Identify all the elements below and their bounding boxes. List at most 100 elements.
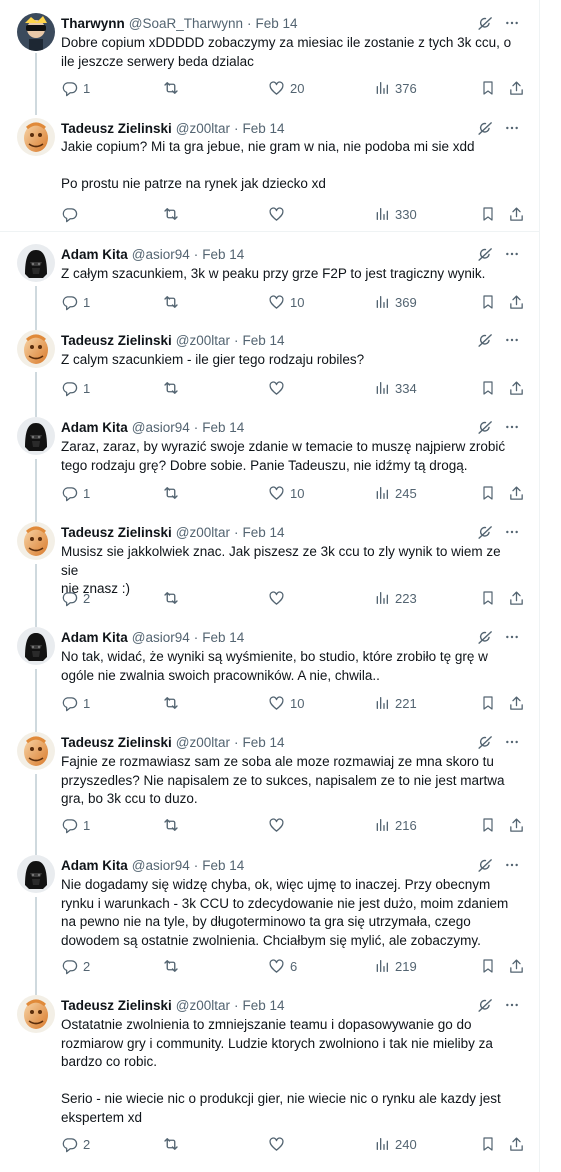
more-icon[interactable]: [504, 629, 520, 645]
bookmark-button[interactable]: [480, 588, 496, 608]
bookmark-button[interactable]: [480, 956, 496, 976]
retweet-button[interactable]: [162, 1134, 185, 1154]
author-name[interactable]: Adam Kita: [61, 630, 128, 645]
author-handle[interactable]: @z00ltar: [176, 735, 230, 750]
tweet-date[interactable]: Feb 14: [256, 16, 298, 31]
author-name[interactable]: Tadeusz Zielinski: [61, 735, 172, 750]
avatar-tharwynn[interactable]: [17, 13, 55, 51]
share-button[interactable]: [508, 292, 525, 312]
tweet[interactable]: Tadeusz Zielinski @z00ltar · Feb 14 Jaki…: [0, 103, 540, 231]
share-button[interactable]: [508, 815, 525, 835]
like-button[interactable]: 10: [268, 483, 304, 503]
grok-icon[interactable]: [477, 857, 494, 874]
grok-icon[interactable]: [477, 332, 494, 349]
author-name[interactable]: Adam Kita: [61, 858, 128, 873]
more-icon[interactable]: [504, 15, 520, 31]
reply-button[interactable]: 1: [61, 292, 90, 312]
more-icon[interactable]: [504, 734, 520, 750]
more-icon[interactable]: [504, 419, 520, 435]
tweet[interactable]: Tadeusz Zielinski @z00ltar · Feb 14 Musi…: [0, 510, 540, 615]
tweet[interactable]: Adam Kita @asior94 · Feb 14 Z całym szac…: [0, 231, 540, 319]
retweet-button[interactable]: [162, 693, 185, 713]
like-button[interactable]: [268, 815, 290, 835]
more-icon[interactable]: [504, 524, 520, 540]
tweet[interactable]: Tadeusz Zielinski @z00ltar · Feb 14 Z ca…: [0, 318, 540, 405]
views-button[interactable]: 334: [374, 378, 417, 398]
avatar-tadeusz-zielinski[interactable]: [17, 995, 55, 1033]
more-icon[interactable]: [504, 246, 520, 262]
reply-button[interactable]: 2: [61, 588, 90, 608]
retweet-button[interactable]: [162, 78, 185, 98]
bookmark-button[interactable]: [480, 815, 496, 835]
share-button[interactable]: [508, 378, 525, 398]
like-button[interactable]: [268, 1134, 290, 1154]
tweet-date[interactable]: Feb 14: [243, 121, 285, 136]
reply-button[interactable]: 2: [61, 1134, 90, 1154]
author-handle[interactable]: @asior94: [132, 247, 190, 262]
views-button[interactable]: 223: [374, 588, 417, 608]
retweet-button[interactable]: [162, 292, 185, 312]
share-button[interactable]: [508, 588, 525, 608]
author-handle[interactable]: @asior94: [132, 858, 190, 873]
more-icon[interactable]: [504, 857, 520, 873]
grok-icon[interactable]: [477, 734, 494, 751]
reply-button[interactable]: 1: [61, 483, 90, 503]
retweet-button[interactable]: [162, 204, 185, 224]
bookmark-button[interactable]: [480, 78, 496, 98]
more-icon[interactable]: [504, 120, 520, 136]
views-button[interactable]: 376: [374, 78, 417, 98]
share-button[interactable]: [508, 1134, 525, 1154]
like-button[interactable]: [268, 204, 290, 224]
avatar-tadeusz-zielinski[interactable]: [17, 118, 55, 156]
share-button[interactable]: [508, 693, 525, 713]
share-button[interactable]: [508, 956, 525, 976]
retweet-button[interactable]: [162, 483, 185, 503]
author-name[interactable]: Tadeusz Zielinski: [61, 121, 172, 136]
author-handle[interactable]: @z00ltar: [176, 333, 230, 348]
tweet-date[interactable]: Feb 14: [202, 420, 244, 435]
author-name[interactable]: Tadeusz Zielinski: [61, 333, 172, 348]
grok-icon[interactable]: [477, 629, 494, 646]
avatar-tadeusz-zielinski[interactable]: [17, 732, 55, 770]
tweet-date[interactable]: Feb 14: [202, 630, 244, 645]
like-button[interactable]: 10: [268, 693, 304, 713]
views-button[interactable]: 216: [374, 815, 417, 835]
grok-icon[interactable]: [477, 246, 494, 263]
author-handle[interactable]: @z00ltar: [176, 121, 230, 136]
tweet[interactable]: Tadeusz Zielinski @z00ltar · Feb 14 Osta…: [0, 983, 540, 1153]
grok-icon[interactable]: [477, 120, 494, 137]
tweet-date[interactable]: Feb 14: [243, 998, 285, 1013]
views-button[interactable]: 240: [374, 1134, 417, 1154]
more-icon[interactable]: [504, 332, 520, 348]
reply-button[interactable]: [61, 204, 83, 224]
tweet[interactable]: Adam Kita @asior94 · Feb 14 Nie dogadamy…: [0, 843, 540, 983]
like-button[interactable]: [268, 378, 290, 398]
reply-button[interactable]: 1: [61, 693, 90, 713]
tweet[interactable]: Tharwynn @SoaR_Tharwynn · Feb 14 Dobre c…: [0, 0, 540, 103]
reply-button[interactable]: 1: [61, 78, 90, 98]
bookmark-button[interactable]: [480, 483, 496, 503]
bookmark-button[interactable]: [480, 693, 496, 713]
retweet-button[interactable]: [162, 588, 185, 608]
grok-icon[interactable]: [477, 419, 494, 436]
retweet-button[interactable]: [162, 815, 185, 835]
author-name[interactable]: Tadeusz Zielinski: [61, 525, 172, 540]
author-handle[interactable]: @z00ltar: [176, 525, 230, 540]
author-name[interactable]: Adam Kita: [61, 247, 128, 262]
avatar-tadeusz-zielinski[interactable]: [17, 522, 55, 560]
author-handle[interactable]: @SoaR_Tharwynn: [129, 16, 243, 31]
share-button[interactable]: [508, 78, 525, 98]
tweet-date[interactable]: Feb 14: [243, 333, 285, 348]
tweet[interactable]: Tadeusz Zielinski @z00ltar · Feb 14 Fajn…: [0, 720, 540, 843]
avatar-adam-kita[interactable]: [17, 417, 55, 455]
avatar-tadeusz-zielinski[interactable]: [17, 330, 55, 368]
reply-button[interactable]: 1: [61, 378, 90, 398]
share-button[interactable]: [508, 483, 525, 503]
bookmark-button[interactable]: [480, 292, 496, 312]
reply-button[interactable]: 1: [61, 815, 90, 835]
tweet[interactable]: Adam Kita @asior94 · Feb 14 Zaraz, zaraz…: [0, 405, 540, 510]
views-button[interactable]: 221: [374, 693, 417, 713]
author-name[interactable]: Tharwynn: [61, 16, 125, 31]
share-button[interactable]: [508, 204, 525, 224]
author-name[interactable]: Adam Kita: [61, 420, 128, 435]
